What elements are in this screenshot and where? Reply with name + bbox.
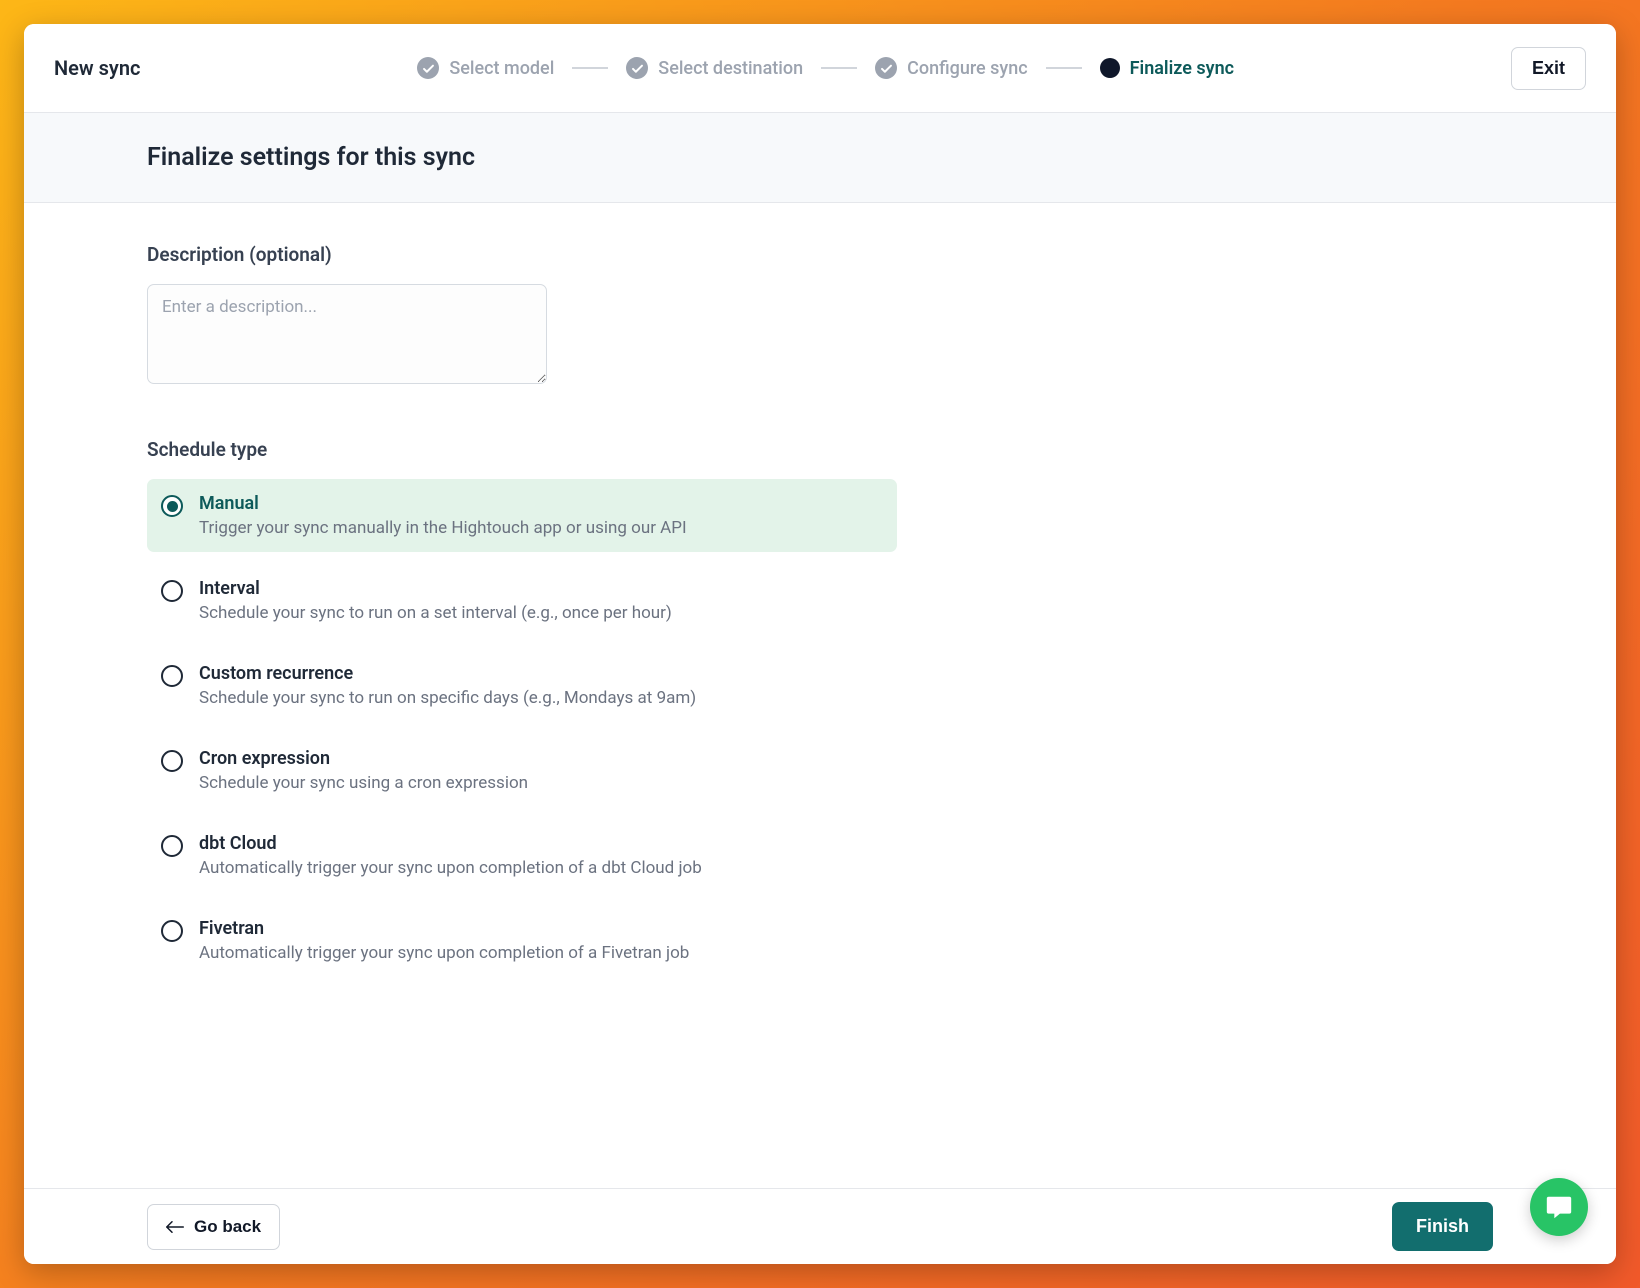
stepper: Select model Select destination Configur… <box>140 57 1511 79</box>
radio-title: Cron expression <box>199 748 528 769</box>
schedule-option-interval[interactable]: Interval Schedule your sync to run on a … <box>147 564 897 637</box>
radio-title: Manual <box>199 493 687 514</box>
step-select-destination: Select destination <box>626 57 803 79</box>
step-label: Select destination <box>658 58 803 79</box>
check-icon <box>626 57 648 79</box>
radio-icon <box>161 920 183 942</box>
radio-icon <box>161 665 183 687</box>
chat-launcher[interactable] <box>1530 1178 1588 1236</box>
subtitle: Finalize settings for this sync <box>147 143 1616 172</box>
step-finalize-sync: Finalize sync <box>1100 58 1234 79</box>
radio-title: Interval <box>199 578 672 599</box>
description-input[interactable] <box>147 284 547 384</box>
footer: Go back Finish <box>24 1188 1616 1264</box>
description-label: Description (optional) <box>147 243 1616 266</box>
step-label: Configure sync <box>907 58 1028 79</box>
schedule-option-manual[interactable]: Manual Trigger your sync manually in the… <box>147 479 897 552</box>
schedule-option-fivetran[interactable]: Fivetran Automatically trigger your sync… <box>147 904 897 977</box>
step-select-model: Select model <box>417 57 554 79</box>
exit-button[interactable]: Exit <box>1511 47 1586 90</box>
schedule-option-custom-recurrence[interactable]: Custom recurrence Schedule your sync to … <box>147 649 897 722</box>
finish-button[interactable]: Finish <box>1392 1202 1493 1251</box>
description-section: Description (optional) <box>147 243 1616 388</box>
radio-icon <box>161 835 183 857</box>
radio-title: dbt Cloud <box>199 833 702 854</box>
step-label: Finalize sync <box>1130 58 1234 79</box>
step-divider <box>572 67 608 69</box>
schedule-radio-group: Manual Trigger your sync manually in the… <box>147 479 897 977</box>
go-back-button[interactable]: Go back <box>147 1204 280 1250</box>
radio-icon <box>161 495 183 517</box>
step-configure-sync: Configure sync <box>875 57 1028 79</box>
chat-icon <box>1544 1192 1574 1222</box>
radio-desc: Schedule your sync to run on specific da… <box>199 688 696 708</box>
radio-desc: Trigger your sync manually in the Highto… <box>199 518 687 538</box>
active-dot-icon <box>1100 58 1120 78</box>
radio-desc: Automatically trigger your sync upon com… <box>199 858 702 878</box>
step-divider <box>821 67 857 69</box>
content-area: Description (optional) Schedule type Man… <box>24 203 1616 1188</box>
step-divider <box>1046 67 1082 69</box>
radio-icon <box>161 750 183 772</box>
arrow-left-icon <box>166 1220 184 1234</box>
schedule-option-cron[interactable]: Cron expression Schedule your sync using… <box>147 734 897 807</box>
step-label: Select model <box>449 58 554 79</box>
check-icon <box>875 57 897 79</box>
radio-title: Custom recurrence <box>199 663 696 684</box>
check-icon <box>417 57 439 79</box>
app-window: New sync Select model Select destination <box>24 24 1616 1264</box>
radio-title: Fivetran <box>199 918 689 939</box>
subheader: Finalize settings for this sync <box>24 112 1616 203</box>
go-back-label: Go back <box>194 1217 261 1237</box>
schedule-label: Schedule type <box>147 438 1616 461</box>
schedule-option-dbt-cloud[interactable]: dbt Cloud Automatically trigger your syn… <box>147 819 897 892</box>
radio-desc: Automatically trigger your sync upon com… <box>199 943 689 963</box>
page-title: New sync <box>54 56 140 80</box>
radio-desc: Schedule your sync to run on a set inter… <box>199 603 672 623</box>
radio-desc: Schedule your sync using a cron expressi… <box>199 773 528 793</box>
schedule-section: Schedule type Manual Trigger your sync m… <box>147 438 1616 977</box>
topbar: New sync Select model Select destination <box>24 24 1616 112</box>
radio-icon <box>161 580 183 602</box>
